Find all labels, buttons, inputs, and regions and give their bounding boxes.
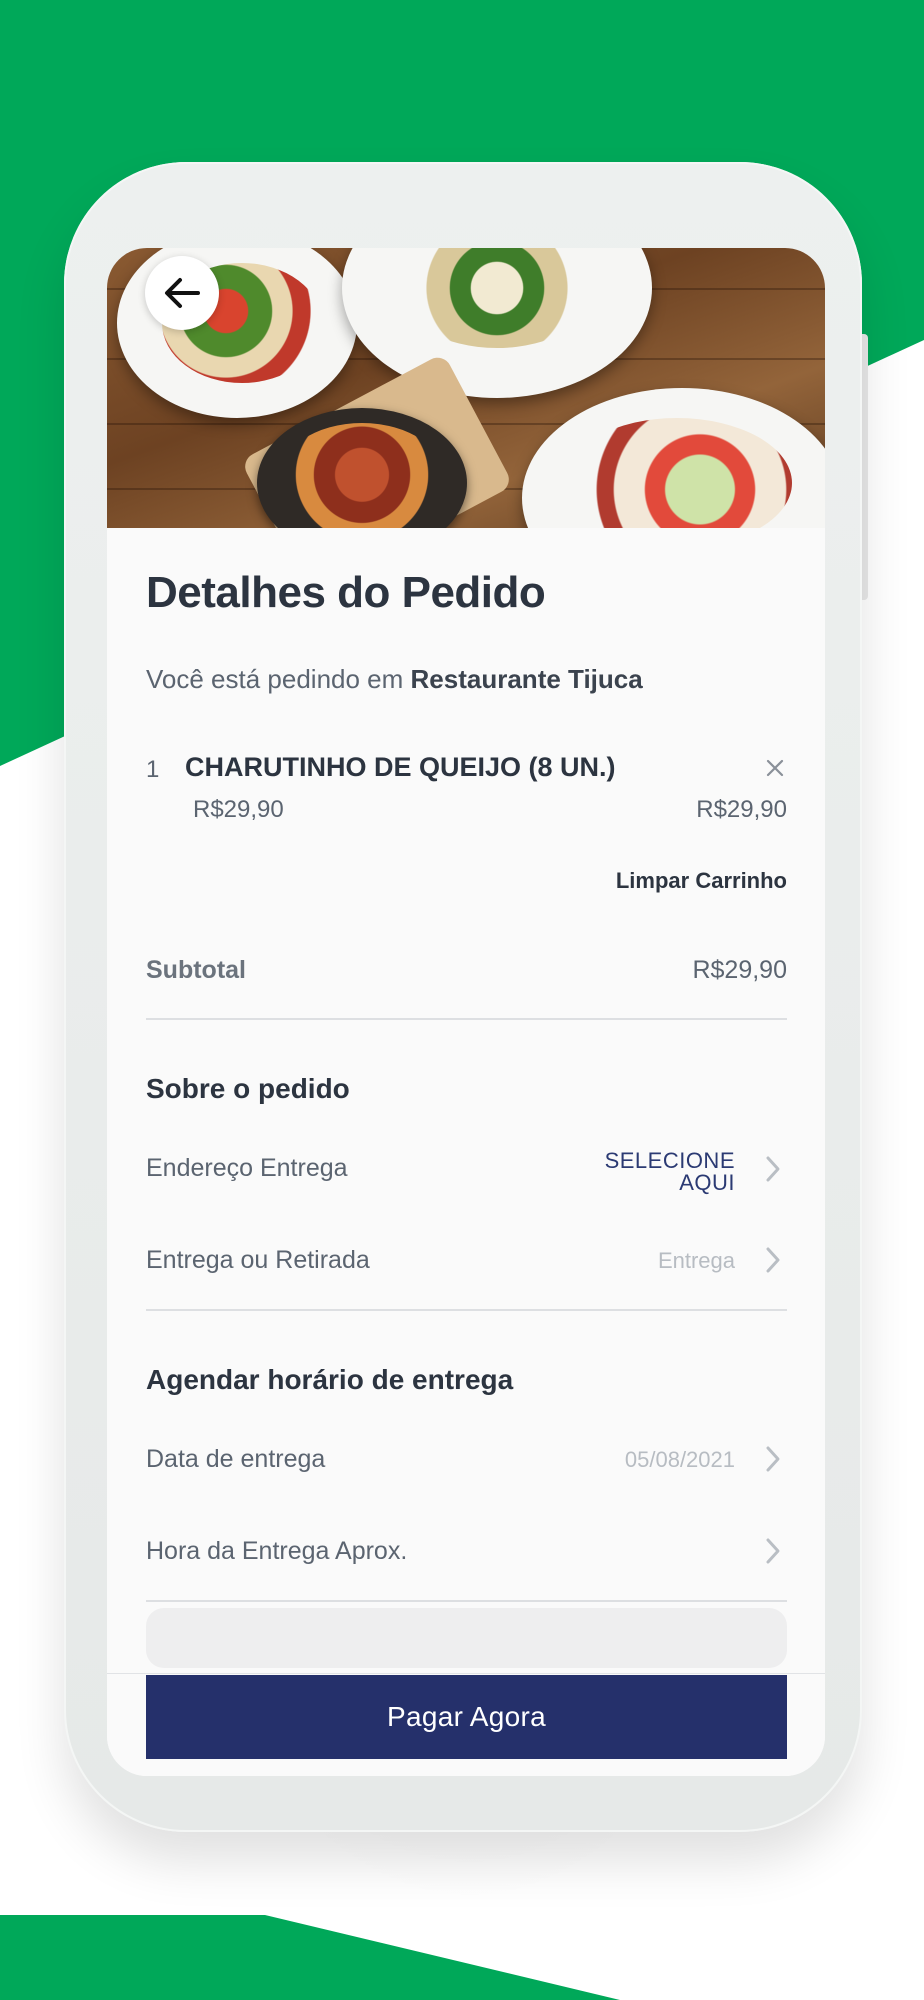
hero-food-image [107,248,825,528]
order-info-title: Sobre o pedido [146,1073,350,1104]
delivery-time-label[interactable]: Hora da Entrega Aprox. [146,1537,407,1566]
divider [146,1600,787,1602]
restaurant-line: Você está pedindo em Restaurante Tijuca [146,664,643,695]
cart-item-name: CHARUTINHO DE QUEIJO (8 UN.) [185,752,616,782]
back-button[interactable] [145,256,219,330]
schedule-title: Agendar horário de entrega [146,1364,514,1395]
chevron-right-icon[interactable] [765,1537,781,1565]
address-select-line1: SELECIONE [604,1148,735,1173]
restaurant-name: Restaurante Tijuca [410,664,643,694]
restaurant-line-prefix: Você está pedindo em [146,664,404,694]
address-select-line2: AQUI [679,1170,735,1195]
address-select-link[interactable]: SELECIONE AQUI [555,1150,735,1194]
page-title: Detalhes do Pedido [146,568,546,617]
pay-now-label: Pagar Agora [387,1701,546,1732]
divider [146,1018,787,1020]
subtotal-value: R$29,90 [692,956,787,984]
chevron-right-icon[interactable] [765,1445,781,1473]
meatballs-food [277,423,447,528]
order-details-content: Detalhes do Pedido Você está pedindo em … [107,528,825,1776]
app-screen: Detalhes do Pedido Você está pedindo em … [107,248,825,1776]
delivery-date-label[interactable]: Data de entrega [146,1445,325,1474]
pay-now-button[interactable]: Pagar Agora [146,1675,787,1759]
close-icon[interactable] [763,756,787,780]
delivery-date-value[interactable]: 05/08/2021 [625,1447,735,1473]
address-label[interactable]: Endereço Entrega [146,1154,348,1183]
cart-item-total-price: R$29,90 [696,796,787,823]
chevron-right-icon[interactable] [765,1246,781,1274]
divider [146,1309,787,1311]
subtotal-label: Subtotal [146,956,246,984]
cart-item-quantity: 1 [146,756,160,783]
delivery-type-value[interactable]: Entrega [658,1248,735,1274]
cart-item-unit-price: R$29,90 [193,796,284,823]
phone-side-button [862,334,868,600]
arrow-left-icon [165,278,200,308]
chevron-right-icon[interactable] [765,1155,781,1183]
clear-cart-button[interactable]: Limpar Carrinho [616,868,787,894]
next-section-card [146,1608,787,1668]
delivery-type-label[interactable]: Entrega ou Retirada [146,1246,370,1275]
